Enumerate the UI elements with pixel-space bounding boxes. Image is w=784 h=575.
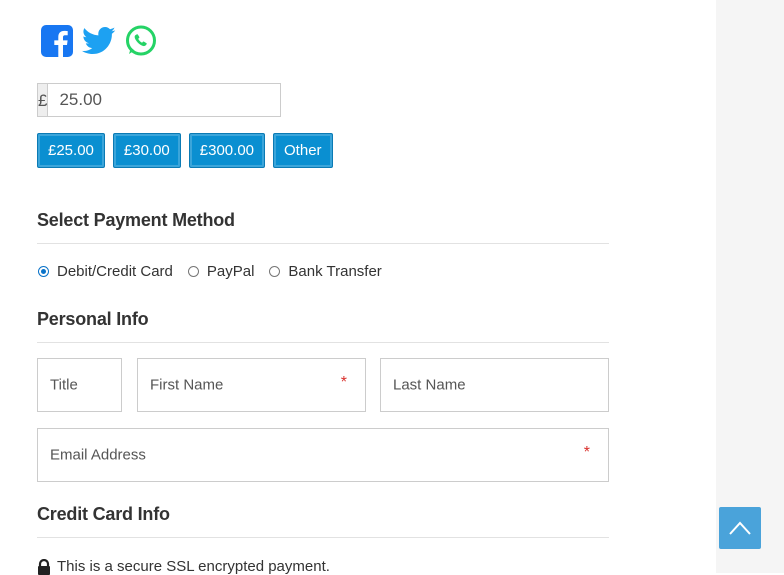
preset-25-button[interactable]: £25.00 [37, 133, 105, 168]
payment-option-paypal[interactable]: PayPal [187, 263, 255, 280]
credit-card-info-title: Credit Card Info [37, 504, 170, 524]
secure-payment-note: This is a secure SSL encrypted payment. [37, 558, 330, 575]
payment-method-title: Select Payment Method [37, 210, 235, 230]
facebook-icon[interactable] [40, 24, 74, 58]
divider [37, 342, 609, 343]
twitter-icon[interactable] [82, 24, 116, 58]
radio-card[interactable] [38, 266, 49, 277]
first-name-placeholder: First Name [150, 376, 224, 394]
preset-300-button[interactable]: £300.00 [188, 133, 266, 168]
title-placeholder: Title [50, 376, 78, 394]
title-field[interactable]: Title [37, 358, 122, 412]
last-name-field[interactable]: Last Name [380, 358, 609, 412]
scroll-to-top-button[interactable] [719, 507, 761, 549]
personal-info-title: Personal Info [37, 309, 149, 329]
chevron-up-icon [729, 521, 751, 535]
currency-symbol: £ [37, 83, 48, 117]
whatsapp-icon[interactable] [124, 24, 158, 58]
donation-amount-group: £ [37, 83, 282, 117]
lock-icon [38, 558, 50, 575]
last-name-placeholder: Last Name [393, 376, 466, 394]
amount-input[interactable] [47, 83, 282, 117]
email-placeholder: Email Address [50, 446, 146, 464]
first-name-field[interactable]: First Name * [137, 358, 366, 412]
payment-option-card[interactable]: Debit/Credit Card [37, 263, 173, 280]
radio-paypal[interactable] [187, 266, 199, 277]
payment-option-label: Bank Transfer [288, 263, 382, 280]
required-marker: * [340, 374, 347, 392]
payment-option-label: PayPal [206, 263, 255, 280]
email-field[interactable]: Email Address * [37, 428, 609, 482]
divider [37, 537, 609, 538]
social-share-bar [40, 24, 158, 58]
divider [37, 243, 609, 244]
required-marker: * [583, 444, 590, 462]
preset-other-button[interactable]: Other [273, 133, 333, 168]
payment-option-label: Debit/Credit Card [57, 263, 173, 280]
payment-method-options: Debit/Credit Card PayPal Bank Transfer [37, 263, 396, 280]
secure-note-text: This is a secure SSL encrypted payment. [57, 558, 330, 575]
right-sidebar [716, 0, 784, 573]
preset-30-button[interactable]: £30.00 [112, 133, 181, 168]
payment-option-bank[interactable]: Bank Transfer [268, 263, 382, 280]
radio-bank[interactable] [269, 266, 281, 277]
amount-presets: £25.00 £30.00 £300.00 Other [37, 133, 333, 168]
